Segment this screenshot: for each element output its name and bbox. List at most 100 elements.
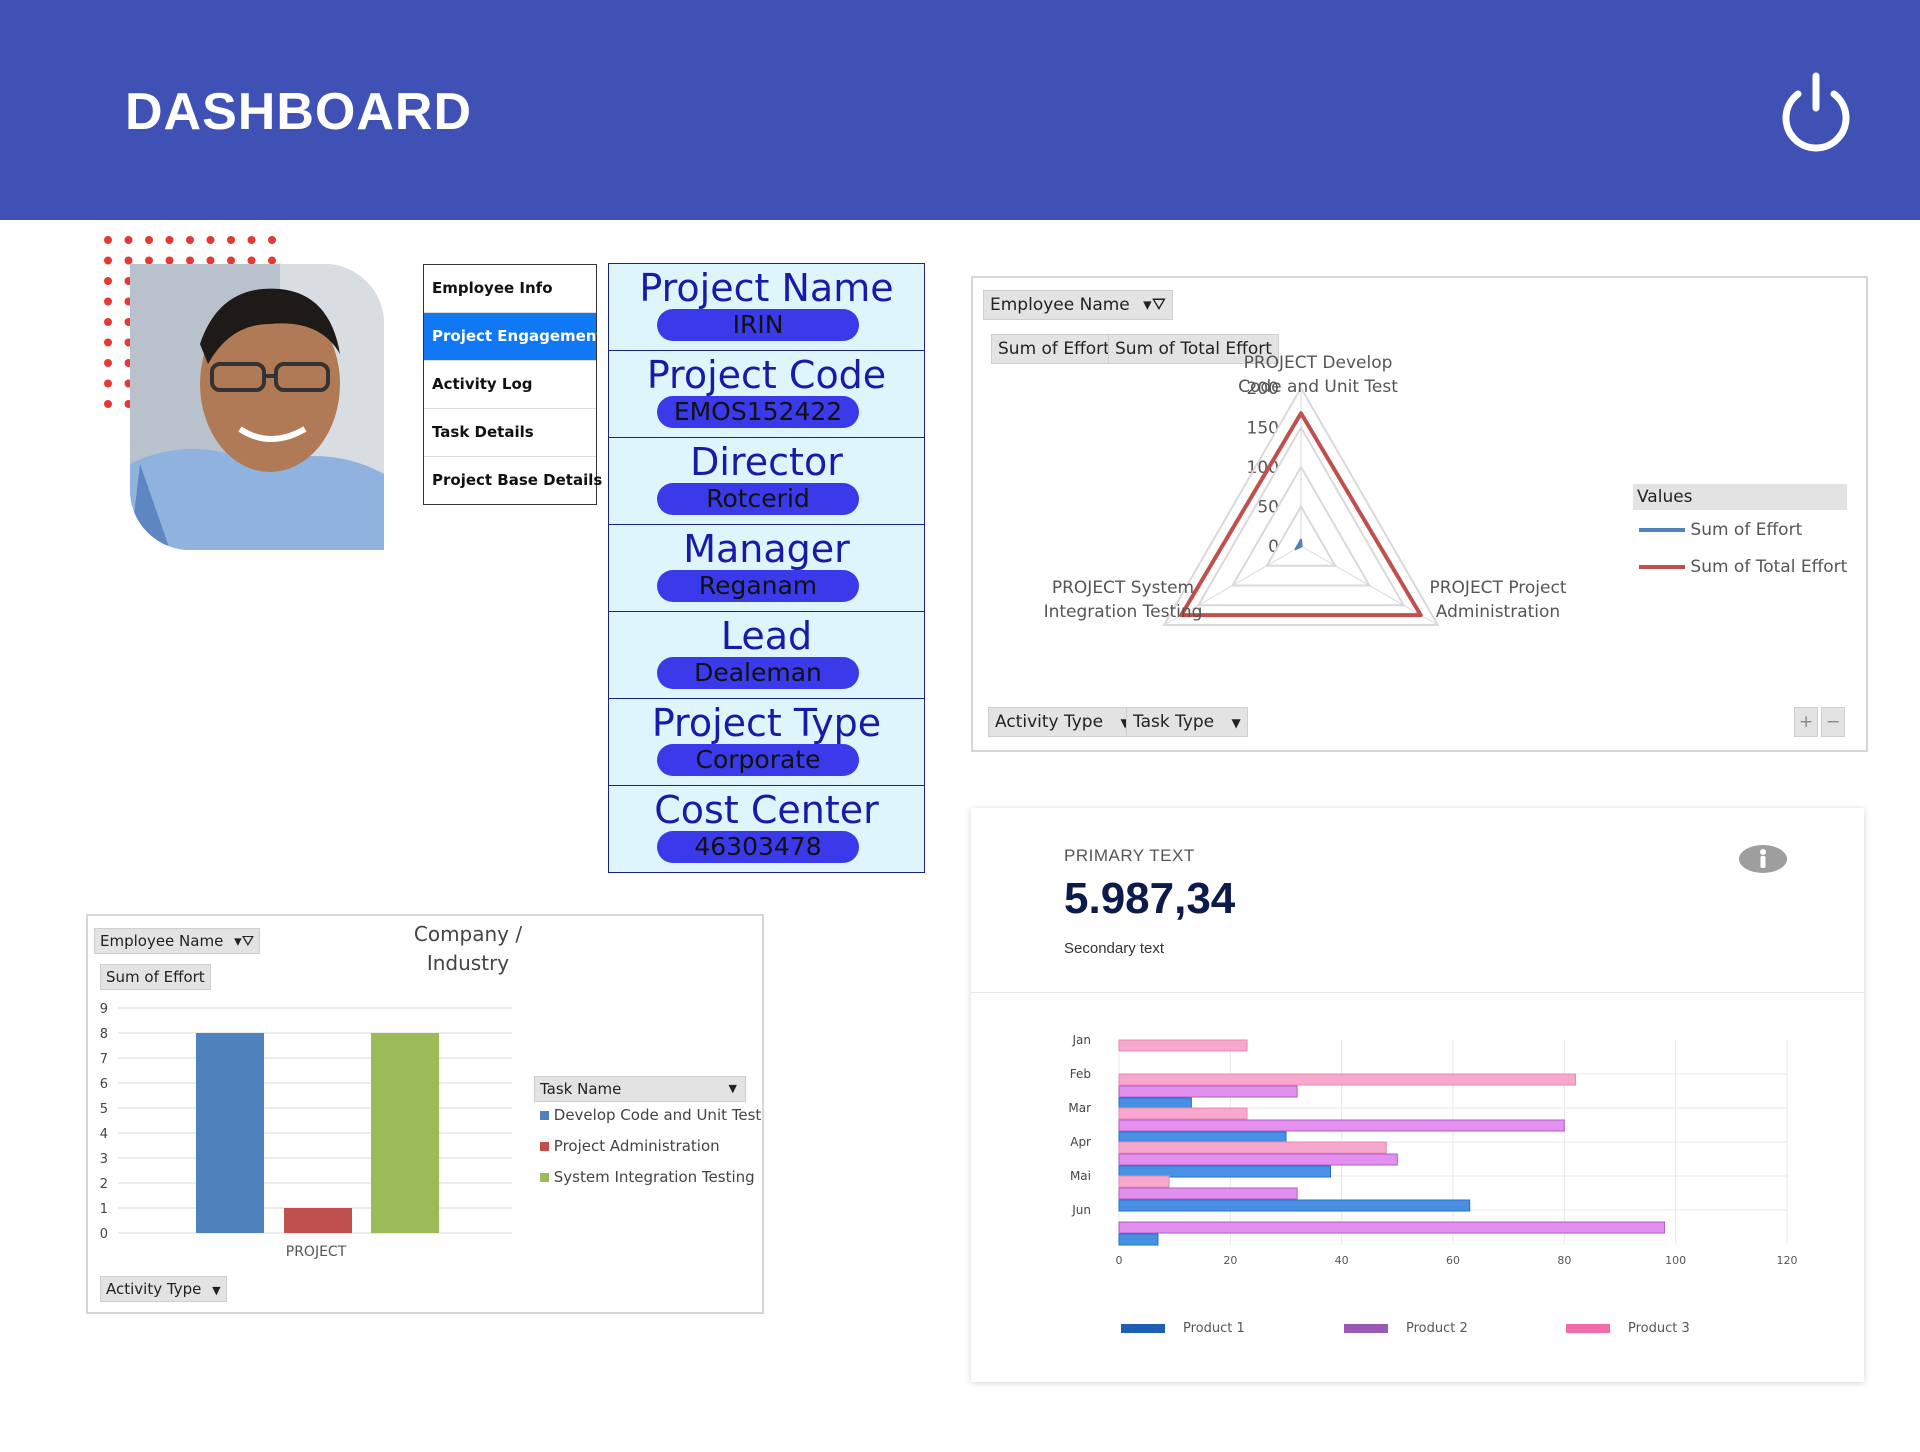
- power-icon[interactable]: [1776, 72, 1856, 152]
- bar-project-administration: [284, 1208, 352, 1233]
- card-value: Corporate: [657, 744, 859, 776]
- dropdown-arrow-icon: ▼: [212, 1284, 221, 1297]
- legend-label: Product 2: [1406, 1321, 1468, 1336]
- activity-type-filter-button[interactable]: Activity Type ▼: [988, 707, 1137, 737]
- x-tick-label: 120: [1777, 1254, 1798, 1267]
- radar-series-1: [1294, 538, 1303, 551]
- legend-item-integration: System Integration Testing: [540, 1168, 755, 1186]
- task-name-filter-button[interactable]: Task Name ▼: [534, 1076, 746, 1102]
- kpi-primary-text: PRIMARY TEXT: [1064, 846, 1195, 865]
- page-title: DASHBOARD: [125, 83, 472, 141]
- bar-develop-code-and-unit-test: [196, 1033, 264, 1233]
- card-value: 46303478: [657, 831, 859, 863]
- card-label: Lead: [720, 614, 813, 658]
- bar-product-3: [1118, 1107, 1248, 1120]
- axis-label-line: Integration Testing: [1043, 602, 1203, 622]
- decorative-dot: [165, 236, 174, 244]
- nav-item-task-details[interactable]: Task Details: [424, 409, 596, 457]
- side-nav: Employee Info Project Engagement Activit…: [423, 264, 604, 505]
- axis-label-line: PROJECT Project: [1429, 578, 1567, 598]
- project-name-card: Project Name IRIN: [608, 263, 925, 351]
- decorative-dot: [104, 236, 112, 244]
- x-tick-label: 80: [1557, 1254, 1571, 1267]
- legend-label: Product 3: [1628, 1321, 1690, 1336]
- legend-item-sum-of-total-effort: Sum of Total Effort: [1639, 557, 1847, 577]
- bar-product-1: [1118, 1233, 1159, 1246]
- product-bar-chart: 0 20 40 60 80 100 120 Jan Feb Mar Apr Mai Jun Product…: [1068, 1033, 1798, 1336]
- bar-product-1: [1118, 1165, 1332, 1178]
- nav-item-project-base-details[interactable]: Project Base Details: [424, 457, 602, 504]
- project-code-card: Project Code EMOS152422: [608, 350, 925, 438]
- y-tick-label: 8: [100, 1027, 108, 1042]
- radar-axis-label-top: PROJECT Develop Code and Unit Test: [1213, 351, 1423, 399]
- legend-label: Sum of Effort: [1690, 520, 1803, 540]
- card-label: Project Code: [646, 353, 887, 397]
- info-icon[interactable]: [1738, 844, 1788, 874]
- axis-label-line: PROJECT Develop: [1243, 353, 1393, 373]
- card-value: Rotcerid: [657, 483, 859, 515]
- director-card: Director Rotcerid: [608, 437, 925, 525]
- company-bar-chart-panel: Employee Name ▾⛛ Sum of Effort Company /…: [86, 914, 764, 1314]
- y-tick-label: 5: [100, 1102, 108, 1117]
- radar-axis-label-left: PROJECT System Integration Testing: [1023, 576, 1223, 624]
- card-label: Project Name: [639, 266, 894, 310]
- legend-swatch: [540, 1173, 549, 1182]
- collapse-button[interactable]: −: [1821, 707, 1845, 737]
- decorative-dot: [206, 236, 215, 244]
- bar-product-3: [1118, 1073, 1576, 1086]
- decorative-dot: [247, 236, 256, 244]
- manager-card: Manager Reganam: [608, 524, 925, 612]
- y-tick-label: Jan: [1072, 1033, 1092, 1047]
- activity-type-filter-button[interactable]: Activity Type ▼: [100, 1276, 227, 1302]
- cost-center-card: Cost Center 46303478: [608, 785, 925, 873]
- button-label: Activity Type: [106, 1280, 202, 1298]
- decorative-dot: [104, 318, 112, 326]
- nav-item-employee-info[interactable]: Employee Info: [424, 265, 596, 313]
- bar-product-2: [1118, 1221, 1666, 1234]
- legend-title: Values: [1633, 484, 1847, 510]
- legend-swatch: [1639, 528, 1685, 532]
- card-value: Dealeman: [657, 657, 859, 689]
- x-category-label: PROJECT: [286, 1244, 347, 1260]
- bar-system-integration-testing: [371, 1033, 439, 1233]
- nav-item-project-engagement[interactable]: Project Engagement: [424, 313, 604, 361]
- decorative-dot: [104, 277, 112, 285]
- decorative-dot: [268, 236, 276, 244]
- bar-product-3: [1118, 1039, 1248, 1052]
- button-label: Activity Type: [995, 712, 1104, 732]
- button-label: Task Name: [540, 1080, 622, 1098]
- bar-product-3: [1118, 1175, 1170, 1188]
- legend-item-sum-of-effort: Sum of Effort: [1639, 520, 1802, 540]
- y-tick-label: 9: [100, 1002, 108, 1017]
- y-tick-label: Apr: [1070, 1135, 1091, 1149]
- card-value: IRIN: [657, 309, 859, 341]
- bar-product-2: [1118, 1119, 1565, 1132]
- decorative-dot: [104, 400, 112, 408]
- legend-swatch: [540, 1142, 549, 1151]
- y-tick-label: 7: [100, 1052, 108, 1067]
- radar-chart: 050100150200: [1162, 379, 1440, 626]
- button-label: Task Type: [1133, 712, 1215, 732]
- task-type-filter-button[interactable]: Task Type ▼: [1126, 707, 1248, 737]
- lead-card: Lead Dealeman: [608, 611, 925, 699]
- axis-label-line: PROJECT System: [1051, 578, 1195, 598]
- decorative-dot: [104, 359, 112, 367]
- y-tick-label: 6: [100, 1077, 108, 1092]
- legend-item-develop: Develop Code and Unit Test: [540, 1106, 761, 1124]
- kpi-card: PRIMARY TEXT 5.987,34 Secondary text 0 20…: [971, 808, 1864, 1382]
- nav-item-activity-log[interactable]: Activity Log: [424, 361, 596, 409]
- card-label: Manager: [683, 527, 850, 571]
- y-tick-label: 2: [100, 1177, 108, 1192]
- legend-label: Project Administration: [553, 1137, 720, 1155]
- bar-product-1: [1118, 1131, 1287, 1144]
- radar-tick-label: 50: [1257, 498, 1279, 518]
- avatar: [130, 264, 384, 550]
- y-tick-label: Feb: [1070, 1067, 1091, 1081]
- radar-chart-panel: Employee Name ▾⛛ Sum of Effort Sum of To…: [971, 276, 1868, 752]
- legend-swatch: [1639, 565, 1685, 569]
- bar-product-1: [1118, 1199, 1471, 1212]
- decorative-dot: [124, 236, 133, 244]
- y-tick-label: 0: [100, 1227, 108, 1242]
- expand-button[interactable]: +: [1794, 707, 1818, 737]
- axis-label-line: Administration: [1435, 602, 1561, 622]
